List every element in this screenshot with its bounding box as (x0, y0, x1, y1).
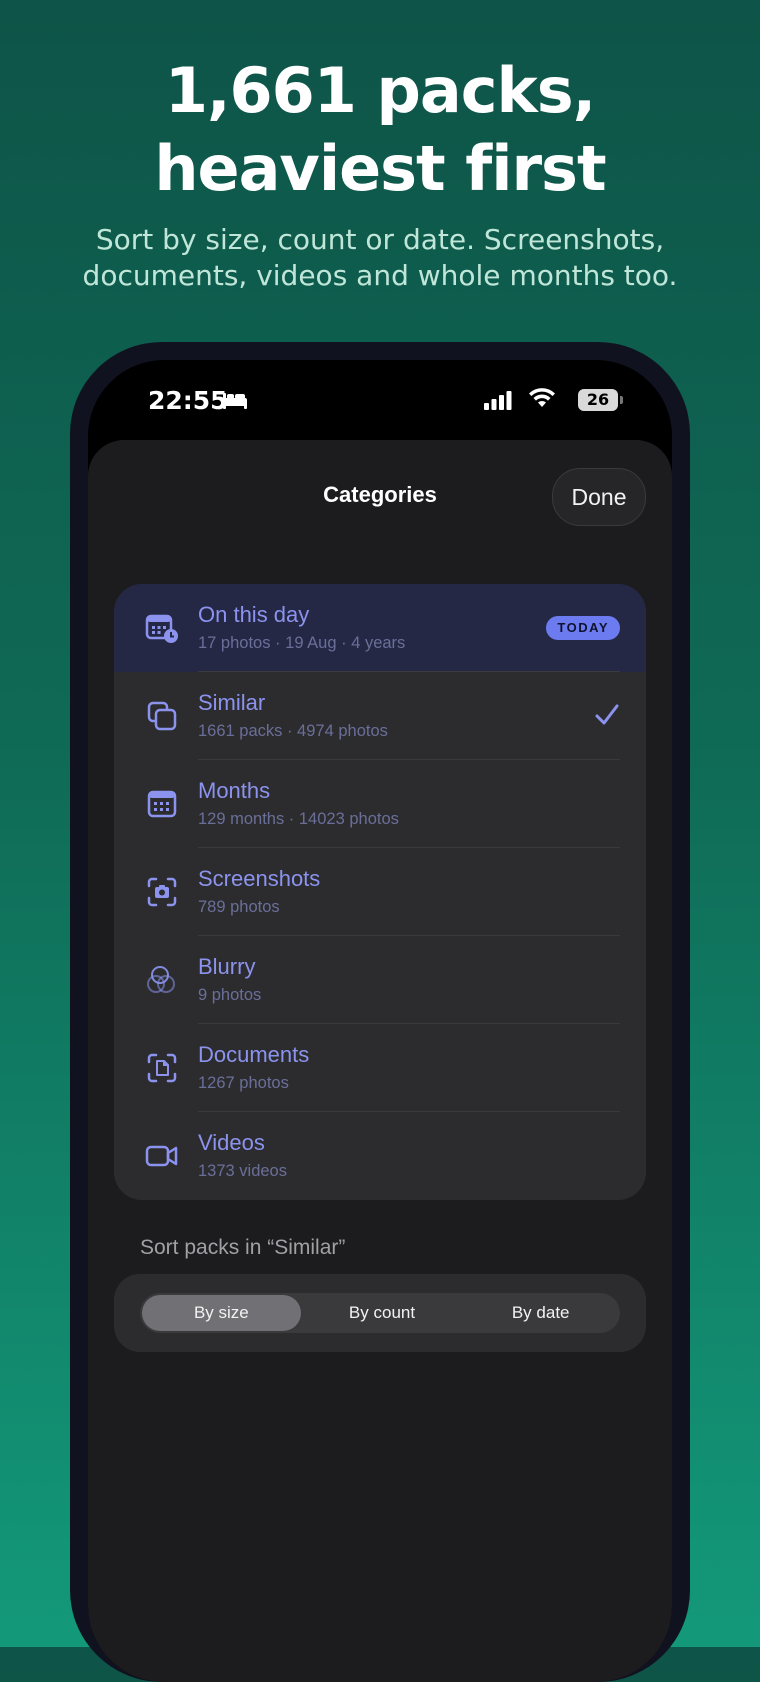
blurry-circles-icon (142, 960, 182, 1000)
battery-icon: 26 (578, 389, 623, 411)
category-title: Blurry (198, 954, 256, 979)
sort-control-card: By size By count By date (114, 1274, 646, 1352)
hero-title: 1,661 packs, heaviest first (0, 52, 760, 208)
category-screenshots[interactable]: Screenshots 789 photos (114, 848, 646, 936)
stacked-squares-icon (142, 696, 182, 736)
category-subtitle: 789 photos (198, 898, 280, 916)
category-subtitle: 1661 packs · 4974 photos (198, 722, 388, 740)
today-badge: TODAY (546, 616, 620, 640)
sort-by-count-button[interactable]: By count (303, 1293, 462, 1333)
sort-by-size-button[interactable]: By size (142, 1295, 301, 1331)
category-subtitle: 1373 videos (198, 1162, 287, 1180)
category-subtitle: 9 photos (198, 986, 262, 1004)
category-similar[interactable]: Similar 1661 packs · 4974 photos (114, 672, 646, 760)
screenshot-camera-icon (142, 872, 182, 912)
hero-subtitle: Sort by size, count or date. Screenshots… (40, 222, 720, 294)
hero-title-line-1: 1,661 packs, (164, 54, 596, 127)
category-title: Videos (198, 1130, 265, 1155)
category-on-this-day[interactable]: On this day 17 photos · 19 Aug · 4 years… (114, 584, 646, 672)
category-documents[interactable]: Documents 1267 photos (114, 1024, 646, 1112)
bed-icon (222, 390, 248, 414)
category-videos[interactable]: Videos 1373 videos (114, 1112, 646, 1200)
category-title: Screenshots (198, 866, 321, 891)
wifi-icon (528, 387, 556, 413)
checkmark-icon (594, 702, 620, 733)
hero-subtitle-line-2: documents, videos and whole months too. (82, 259, 678, 292)
categories-list: On this day 17 photos · 19 Aug · 4 years… (114, 584, 646, 1200)
category-title: Similar (198, 690, 266, 715)
video-camera-icon (142, 1136, 182, 1176)
phone-screen: 22:55 26 Categories Done On this day 17 … (88, 360, 672, 1682)
category-subtitle: 1267 photos (198, 1074, 289, 1092)
category-months[interactable]: Months 129 months · 14023 photos (114, 760, 646, 848)
done-button[interactable]: Done (552, 468, 646, 526)
sort-section-label: Sort packs in “Similar” (140, 1236, 346, 1259)
sort-by-date-button[interactable]: By date (461, 1293, 620, 1333)
calendar-clock-icon (142, 608, 182, 648)
category-subtitle: 17 photos · 19 Aug · 4 years (198, 634, 406, 652)
category-blurry[interactable]: Blurry 9 photos (114, 936, 646, 1024)
categories-sheet: Categories Done On this day 17 photos · … (88, 440, 672, 1682)
cellular-signal-icon (484, 390, 512, 414)
category-title: Documents (198, 1042, 310, 1067)
document-scan-icon (142, 1048, 182, 1088)
phone-frame: 22:55 26 Categories Done On this day 17 … (70, 342, 690, 1682)
category-title: On this day (198, 602, 310, 627)
calendar-icon (142, 784, 182, 824)
status-time: 22:55 (148, 386, 228, 415)
hero-subtitle-line-1: Sort by size, count or date. Screenshots… (95, 223, 665, 256)
category-title: Months (198, 778, 271, 803)
hero-title-line-2: heaviest first (154, 132, 606, 205)
sort-segmented-control: By size By count By date (140, 1293, 620, 1333)
category-subtitle: 129 months · 14023 photos (198, 810, 399, 828)
